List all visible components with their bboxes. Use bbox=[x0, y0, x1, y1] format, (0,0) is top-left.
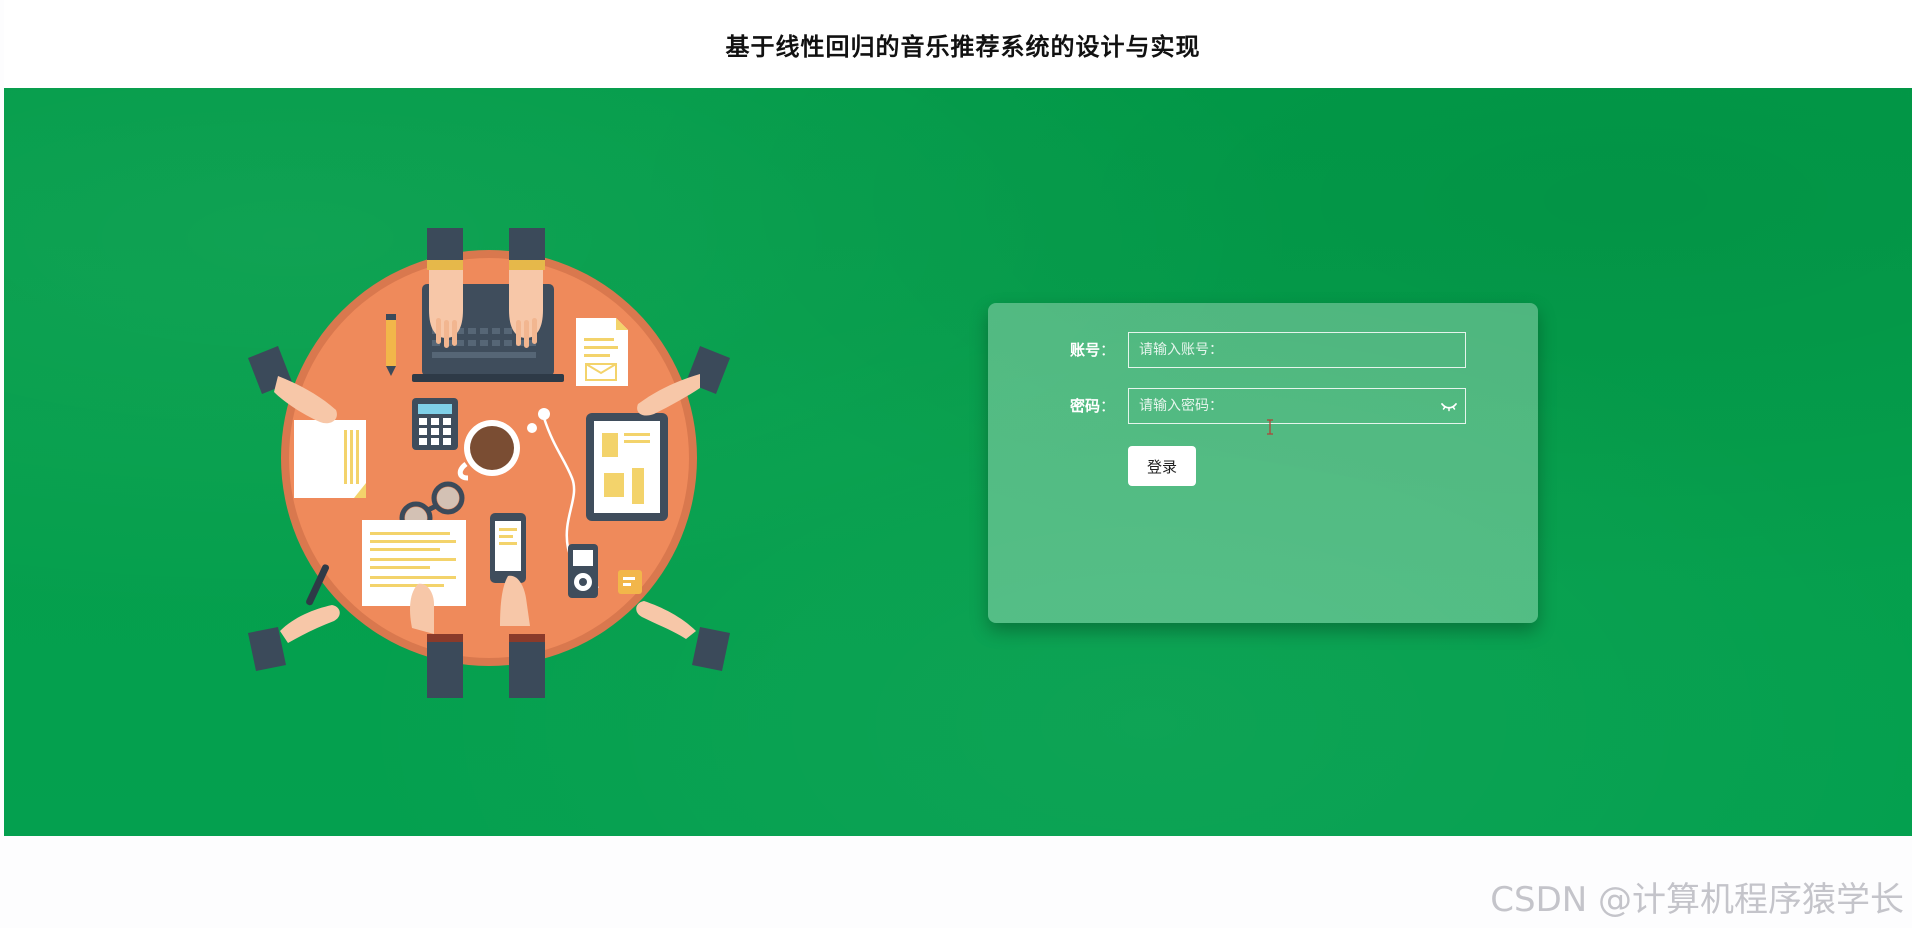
page-title: 基于线性回归的音乐推荐系统的设计与实现 bbox=[725, 32, 1201, 61]
meeting-illustration bbox=[248, 228, 730, 698]
i-beam-cursor-icon bbox=[1267, 419, 1273, 435]
password-label: 密码 bbox=[1069, 397, 1100, 415]
account-input[interactable] bbox=[1128, 332, 1466, 368]
eye-closed-icon[interactable] bbox=[1440, 399, 1458, 413]
page-header: 基于线性回归的音乐推荐系统的设计与实现 bbox=[4, 0, 1912, 88]
login-banner: 账号 ： 密码 ： 登录 bbox=[4, 88, 1912, 836]
account-colon: ： bbox=[1100, 341, 1116, 359]
password-colon: ： bbox=[1100, 397, 1116, 415]
login-button[interactable]: 登录 bbox=[1128, 446, 1196, 486]
login-page: 基于线性回归的音乐推荐系统的设计与实现 账号 ： 请输入账号： 密码 ： 登录 … bbox=[0, 0, 1912, 928]
login-form: 账号 ： 密码 ： 登录 bbox=[988, 303, 1538, 623]
watermark: CSDN @计算机程序猿学长 bbox=[1490, 880, 1904, 920]
password-row: 密码 ： bbox=[988, 388, 1538, 424]
account-label: 账号 bbox=[1069, 341, 1100, 359]
password-input[interactable] bbox=[1128, 388, 1466, 424]
account-row: 账号 ： bbox=[988, 332, 1538, 368]
